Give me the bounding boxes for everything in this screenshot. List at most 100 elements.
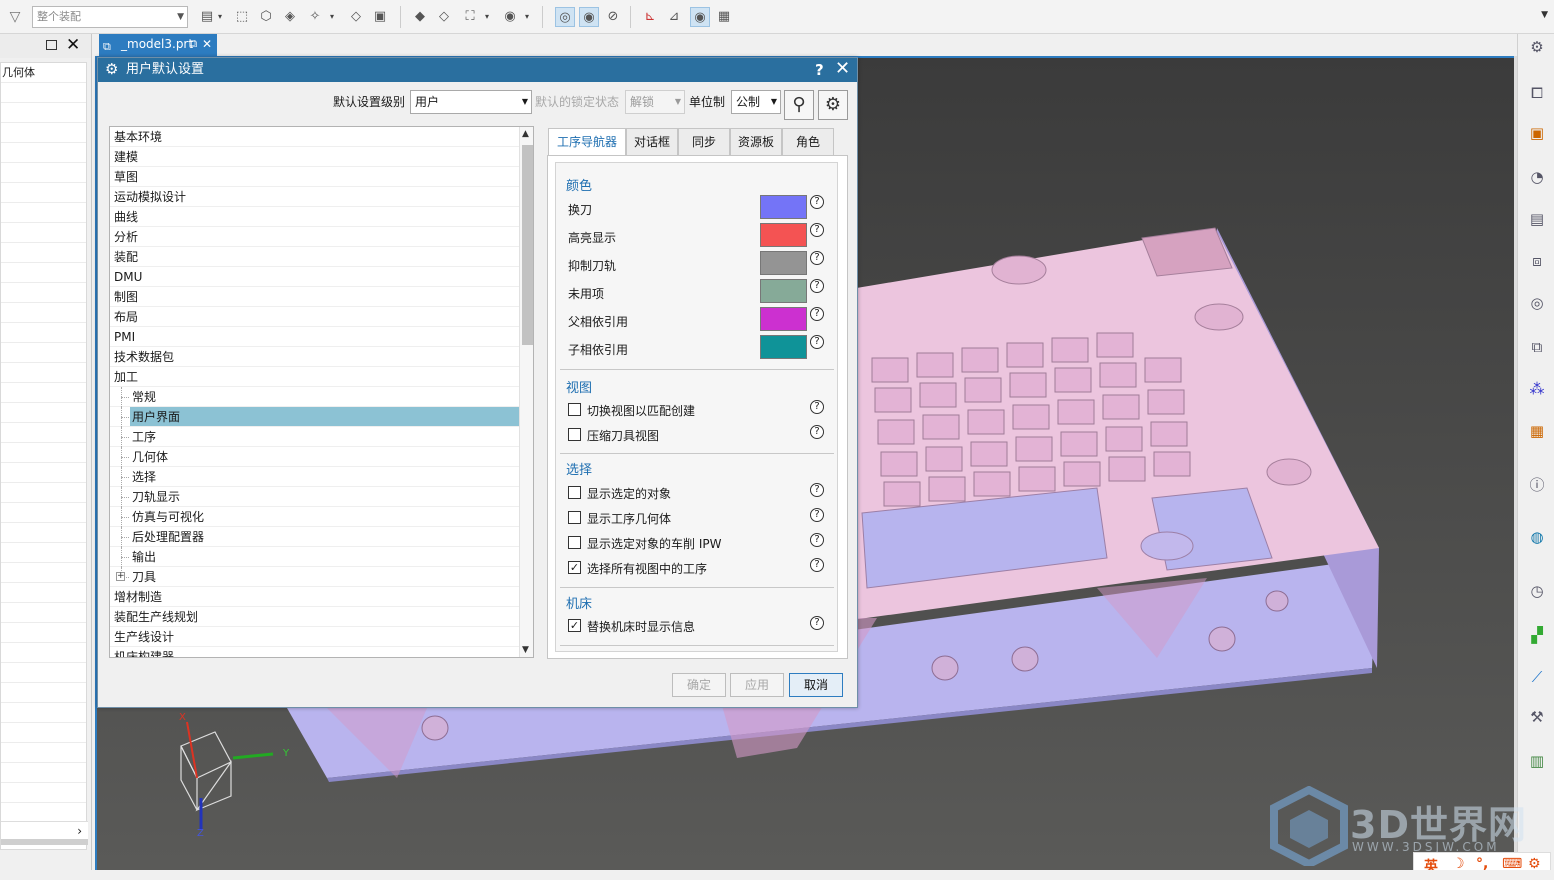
restore-icon[interactable] — [46, 40, 57, 50]
cancel-button[interactable]: 取消 — [789, 673, 843, 697]
tree-item[interactable]: DMU — [110, 267, 519, 287]
tree-item[interactable]: 几何体 — [110, 447, 519, 467]
chevron-down-icon[interactable]: ▾ — [485, 7, 493, 27]
tree-item[interactable]: 技术数据包 — [110, 347, 519, 367]
template-icon[interactable]: ▥ — [1526, 750, 1548, 772]
assembly-navigator-icon[interactable]: ⧠ — [1526, 82, 1548, 104]
visibility-icon[interactable]: ◉ — [690, 7, 710, 27]
color-swatch[interactable] — [760, 335, 807, 359]
tree-item[interactable]: 增材制造 — [110, 587, 519, 607]
detach-icon[interactable]: ⧉ — [189, 34, 197, 54]
tree-item[interactable]: 分析 — [110, 227, 519, 247]
tree-item[interactable]: 曲线 — [110, 207, 519, 227]
checkbox[interactable] — [568, 486, 581, 499]
help-icon[interactable]: ? — [810, 279, 824, 293]
globe-icon[interactable]: ◍ — [1526, 526, 1548, 548]
tree-item[interactable]: 制图 — [110, 287, 519, 307]
color-swatch[interactable] — [760, 251, 807, 275]
help-icon[interactable]: ? — [810, 195, 824, 209]
horizontal-scrollbar[interactable]: › — [1, 821, 88, 839]
tree-item[interactable]: 选择 — [110, 467, 519, 487]
settings-gear-icon[interactable]: ⚙ — [818, 90, 848, 120]
operation-navigator-icon[interactable]: ⁂ — [1526, 378, 1548, 400]
gear-icon[interactable]: ⚙ — [1526, 36, 1548, 58]
web-browser-icon[interactable]: ◎ — [1526, 292, 1548, 314]
tree-item[interactable]: 仿真与可视化 — [110, 507, 519, 527]
list-item[interactable]: 几何体 — [1, 63, 86, 83]
tab-4[interactable]: 角色 — [782, 128, 834, 156]
part-navigator-icon[interactable]: ◔ — [1526, 166, 1548, 188]
level-select[interactable]: 用户 ▼ — [410, 90, 532, 114]
wcs-icon[interactable]: ⊿ — [664, 7, 684, 27]
vertical-scrollbar[interactable]: ▲ ▼ — [519, 127, 533, 657]
mcs-display-icon[interactable]: ◎ — [555, 7, 575, 27]
tab-2[interactable]: 同步 — [678, 128, 730, 156]
tree-item[interactable]: 装配 — [110, 247, 519, 267]
tree-item[interactable]: 工序 — [110, 427, 519, 447]
orient-view-icon[interactable]: ◉ — [500, 7, 520, 27]
document-tab[interactable]: ⧉ _model3.prt ⧉ ✕ — [99, 34, 218, 56]
tree-item[interactable]: 草图 — [110, 167, 519, 187]
help-icon[interactable]: ? — [810, 425, 824, 439]
color-swatch[interactable] — [760, 223, 807, 247]
hexagon-icon[interactable]: ⬡ — [256, 7, 276, 27]
binoculars-icon[interactable]: ⚲ — [784, 90, 814, 120]
fit-view-icon[interactable]: ⛶ — [460, 7, 480, 27]
tree-item[interactable]: 加工 — [110, 367, 519, 387]
shaded-cube-icon[interactable]: ◆ — [410, 7, 430, 27]
help-icon[interactable]: ? — [815, 58, 824, 82]
help-icon[interactable]: ? — [810, 251, 824, 265]
selection-scope-dropdown[interactable]: 整个装配 ▼ — [32, 6, 188, 28]
help-icon[interactable]: ? — [810, 335, 824, 349]
help-icon[interactable]: ? — [810, 400, 824, 414]
hide-toolpath-icon[interactable]: ⊘ — [603, 7, 623, 27]
chevron-down-icon[interactable]: ▾ — [330, 7, 338, 27]
scrollbar-track[interactable] — [1, 839, 88, 845]
layer-display-icon[interactable]: ▦ — [714, 7, 734, 27]
checkbox[interactable]: ✓ — [568, 561, 581, 574]
help-icon[interactable]: ? — [810, 533, 824, 547]
help-icon[interactable]: ? — [810, 558, 824, 572]
close-icon[interactable]: ✕ — [835, 57, 850, 81]
tree-item[interactable]: 建模 — [110, 147, 519, 167]
dialog-titlebar[interactable]: ⚙ 用户默认设置 ? ✕ — [98, 58, 857, 82]
tree-item[interactable]: 装配生产线规划 — [110, 607, 519, 627]
select-type-icon[interactable]: ▤ — [197, 7, 217, 27]
tree-item[interactable]: 运动模拟设计 — [110, 187, 519, 207]
tree-item[interactable]: 刀轨显示 — [110, 487, 519, 507]
help-icon[interactable]: ? — [810, 483, 824, 497]
checkbox[interactable] — [568, 403, 581, 416]
tree-item[interactable]: 常规 — [110, 387, 519, 407]
tree-item[interactable]: 用户界面 — [110, 407, 519, 427]
tree-item[interactable]: 生产线设计 — [110, 627, 519, 647]
tree-item[interactable]: 输出 — [110, 547, 519, 567]
chevron-right-icon[interactable]: › — [77, 822, 82, 840]
tree-item[interactable]: 基本环境 — [110, 127, 519, 147]
measure-icon[interactable]: ⟋ — [1526, 666, 1548, 688]
filter-icon[interactable]: ▽ — [6, 8, 24, 26]
axis-icon[interactable]: ⊾ — [640, 7, 660, 27]
expand-icon[interactable]: + — [116, 572, 125, 581]
chevron-down-icon[interactable]: ▾ — [218, 7, 226, 27]
history-icon[interactable]: ⧉ — [1526, 336, 1548, 358]
chevron-down-icon[interactable]: ▼ — [522, 645, 529, 655]
tree-item[interactable]: + 刀具 — [110, 567, 519, 587]
help-icon[interactable]: ? — [810, 508, 824, 522]
chevron-down-icon[interactable]: ▼ — [1541, 10, 1548, 20]
analysis-icon[interactable]: ▞ — [1526, 624, 1548, 646]
tools-icon[interactable]: ⚒ — [1526, 706, 1548, 728]
apply-button[interactable]: 应用 — [730, 673, 784, 697]
tree-item[interactable]: PMI — [110, 327, 519, 347]
chevron-up-icon[interactable]: ▲ — [522, 129, 529, 139]
checkbox[interactable] — [568, 536, 581, 549]
checkbox[interactable]: ✓ — [568, 619, 581, 632]
scrollbar-thumb[interactable] — [522, 145, 533, 345]
tab-0[interactable]: 工序导航器 — [548, 128, 626, 157]
tree-item[interactable]: 后处理配置器 — [110, 527, 519, 547]
component-select-icon[interactable]: ◈ — [280, 7, 300, 27]
reuse-library-icon[interactable]: ▤ — [1526, 208, 1548, 230]
checkbox[interactable] — [568, 511, 581, 524]
hd3d-tools-icon[interactable]: ⧈ — [1526, 250, 1548, 272]
help-icon[interactable]: ? — [810, 307, 824, 321]
tree-item[interactable]: 布局 — [110, 307, 519, 327]
